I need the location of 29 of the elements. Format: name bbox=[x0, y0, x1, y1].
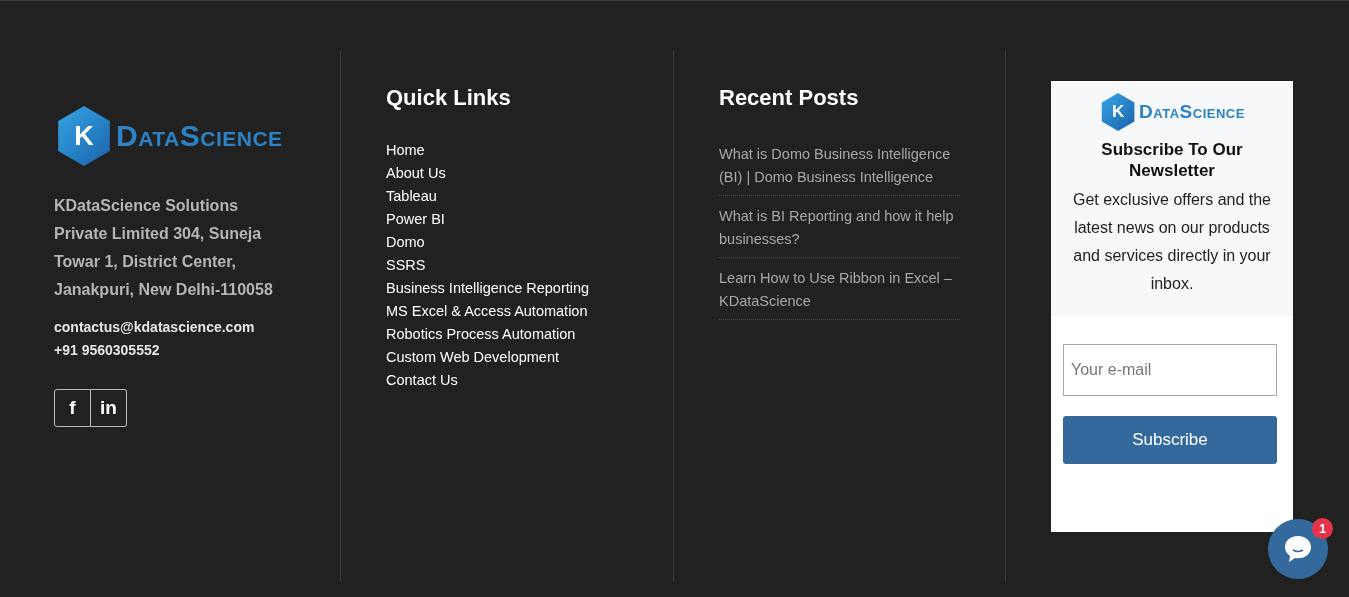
quick-link[interactable]: About Us bbox=[386, 162, 673, 185]
chat-icon bbox=[1282, 534, 1314, 564]
quick-link[interactable]: Custom Web Development bbox=[386, 346, 673, 369]
quick-link[interactable]: Business Intelligence Reporting bbox=[386, 277, 673, 300]
quick-link[interactable]: Power BI bbox=[386, 208, 673, 231]
post-link[interactable]: What is Domo Business Intelligence (BI) | Domo Business Intelligence bbox=[719, 139, 960, 196]
section-heading: Quick Links bbox=[386, 85, 512, 111]
post-link[interactable]: Learn How to Use Ribbon in Excel – KDataScience bbox=[719, 263, 960, 320]
logo-wordmark: DataScience bbox=[1139, 101, 1245, 123]
quick-link[interactable]: MS Excel & Access Automation bbox=[386, 300, 673, 323]
newsletter-title: Subscribe To Our Newsletter bbox=[1100, 139, 1244, 181]
quick-link[interactable]: Contact Us bbox=[386, 369, 673, 392]
email-text: contactus@kdatascience.com bbox=[54, 318, 256, 337]
quick-link[interactable]: SSRS bbox=[386, 254, 673, 277]
email-field[interactable]: Your e-mail bbox=[1063, 344, 1277, 396]
section-heading: Recent Posts bbox=[719, 85, 860, 111]
newsletter-text: Get exclusive offers and the latest news on our products and services directly in your inbox. bbox=[1071, 190, 1272, 294]
quick-link[interactable]: Robotics Process Automation bbox=[386, 323, 673, 346]
social-link[interactable]: in bbox=[91, 389, 127, 427]
company-address: KDataScience Solutions Private Limited 304, Suneja Towar 1, District Center, Janakpuri, New Delhi-110058 bbox=[54, 196, 274, 300]
quick-link[interactable]: Home bbox=[386, 139, 673, 162]
subscribe-button[interactable]: Subscribe bbox=[1063, 416, 1277, 464]
logo-wordmark: DataScience bbox=[116, 119, 283, 153]
quick-link[interactable]: Tableau bbox=[386, 185, 673, 208]
notification-badge: 1 bbox=[1312, 518, 1333, 539]
quick-link[interactable]: Domo bbox=[386, 231, 673, 254]
phone-text: +91 9560305552 bbox=[54, 341, 161, 360]
post-link[interactable]: What is BI Reporting and how it help businesses? bbox=[719, 201, 960, 258]
social-link[interactable]: f bbox=[54, 389, 91, 427]
